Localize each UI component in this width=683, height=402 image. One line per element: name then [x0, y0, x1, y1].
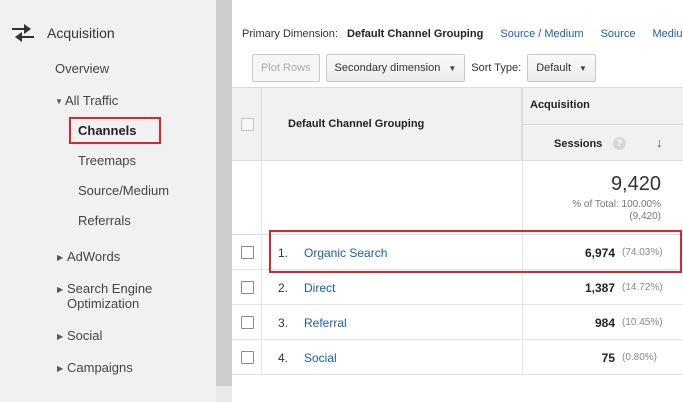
- sessions-total-absolute: (9,420): [629, 211, 661, 222]
- table-row: 2. Direct 1,387 (14.72%): [232, 270, 683, 305]
- primary-dimension-label: Primary Dimension:: [242, 28, 338, 40]
- dimension-link-source[interactable]: Source: [601, 28, 636, 40]
- select-all-checkbox[interactable]: [241, 118, 254, 131]
- sort-type-value: Default: [536, 62, 572, 74]
- sidebar-item-label: AdWords: [67, 249, 121, 264]
- sidebar-item-overview[interactable]: Overview: [55, 61, 109, 76]
- sidebar-item-seo[interactable]: ▶ Search Engine Optimization: [57, 281, 187, 311]
- table-header-dimension-cell: Default Channel Grouping: [232, 87, 522, 162]
- acquisition-group-header: Acquisition: [530, 99, 590, 111]
- row-sessions-percent: (14.72%): [622, 282, 663, 293]
- column-divider: [522, 340, 523, 375]
- dimension-link-source-medium[interactable]: Source / Medium: [500, 28, 583, 40]
- sidebar-item-label: Search Engine Optimization: [67, 281, 153, 311]
- column-divider: [522, 270, 523, 305]
- plot-rows-button[interactable]: Plot Rows: [252, 54, 320, 82]
- triangle-right-icon: ▶: [57, 253, 64, 262]
- row-sessions-value: 984: [594, 316, 615, 330]
- header-checkbox-cell: [232, 88, 262, 162]
- row-checkbox-cell: [232, 340, 262, 375]
- sidebar-item-source-medium[interactable]: Source/Medium: [78, 183, 169, 198]
- totals-checkbox-cell: [232, 161, 262, 235]
- sidebar-section-acquisition[interactable]: Acquisition: [10, 22, 115, 44]
- dimension-column-header[interactable]: Default Channel Grouping: [288, 118, 424, 130]
- help-icon[interactable]: ?: [613, 137, 626, 150]
- caret-down-icon: ▼: [448, 63, 457, 73]
- row-checkbox[interactable]: [241, 316, 254, 329]
- row-sessions-value: 1,387: [584, 281, 615, 295]
- caret-down-icon: ▼: [579, 63, 587, 73]
- row-sessions-value: 75: [601, 351, 615, 365]
- report-toolbar: Plot Rows Secondary dimension ▼ Sort Typ…: [252, 54, 602, 82]
- row-checkbox[interactable]: [241, 246, 254, 259]
- row-sessions-percent: (0.80%): [622, 352, 658, 363]
- sessions-total-percent: % of Total: 100.00%: [572, 199, 661, 210]
- row-index: 2.: [278, 281, 289, 295]
- row-checkbox[interactable]: [241, 281, 254, 294]
- sidebar-item-label: All Traffic: [65, 93, 119, 108]
- row-checkbox-cell: [232, 305, 262, 340]
- highlight-annotation-box: [69, 117, 161, 144]
- column-divider: [522, 87, 523, 161]
- sidebar-item-label: Campaigns: [67, 360, 133, 375]
- table-row: 4. Social 75 (0.80%): [232, 340, 683, 375]
- highlight-annotation-box: [269, 230, 682, 273]
- triangle-right-icon: ▶: [57, 364, 64, 373]
- row-index: 3.: [278, 316, 289, 330]
- column-divider: [522, 161, 523, 235]
- row-checkbox-cell: [232, 235, 262, 270]
- column-divider: [522, 305, 523, 340]
- channel-link-referral[interactable]: Referral: [304, 316, 347, 330]
- acquisition-arrows-icon: [12, 24, 34, 42]
- row-sessions-percent: (10.45%): [622, 317, 663, 328]
- channel-link-social[interactable]: Social: [304, 351, 337, 365]
- triangle-right-icon: ▶: [57, 332, 64, 341]
- plot-rows-label: Plot Rows: [261, 62, 311, 74]
- sidebar-item-referrals[interactable]: Referrals: [78, 213, 131, 228]
- row-checkbox[interactable]: [241, 351, 254, 364]
- secondary-dimension-label: Secondary dimension: [334, 62, 441, 74]
- sidebar-item-all-traffic[interactable]: ▼ All Traffic: [55, 93, 118, 109]
- row-checkbox-cell: [232, 270, 262, 305]
- sidebar-item-treemaps[interactable]: Treemaps: [78, 153, 136, 168]
- sidebar-section-label: Acquisition: [47, 25, 115, 41]
- sidebar-scrollbar-thumb[interactable]: [216, 0, 232, 386]
- sidebar-item-adwords[interactable]: ▶ AdWords: [57, 249, 120, 265]
- triangle-down-icon: ▼: [55, 97, 63, 106]
- secondary-dimension-dropdown[interactable]: Secondary dimension ▼: [325, 54, 466, 82]
- sort-descending-icon[interactable]: ↓: [656, 135, 663, 150]
- sessions-column-header[interactable]: Sessions: [554, 138, 602, 150]
- totals-row: 9,420 % of Total: 100.00% (9,420): [232, 161, 683, 235]
- sort-type-dropdown[interactable]: Default ▼: [527, 54, 596, 82]
- sort-type-label: Sort Type:: [471, 62, 522, 74]
- triangle-right-icon: ▶: [57, 285, 64, 294]
- table-row: 3. Referral 984 (10.45%): [232, 305, 683, 340]
- sessions-total-value: 9,420: [610, 173, 661, 195]
- primary-dimension-current: Default Channel Grouping: [347, 28, 484, 40]
- sidebar-item-campaigns[interactable]: ▶ Campaigns: [57, 360, 133, 376]
- channel-link-direct[interactable]: Direct: [304, 281, 335, 295]
- row-index: 4.: [278, 351, 289, 365]
- dimension-link-medium[interactable]: Medium: [653, 28, 683, 40]
- sidebar-item-social[interactable]: ▶ Social: [57, 328, 102, 344]
- sidebar-item-label: Social: [67, 328, 103, 343]
- primary-dimension-bar: Primary Dimension: Default Channel Group…: [242, 28, 683, 40]
